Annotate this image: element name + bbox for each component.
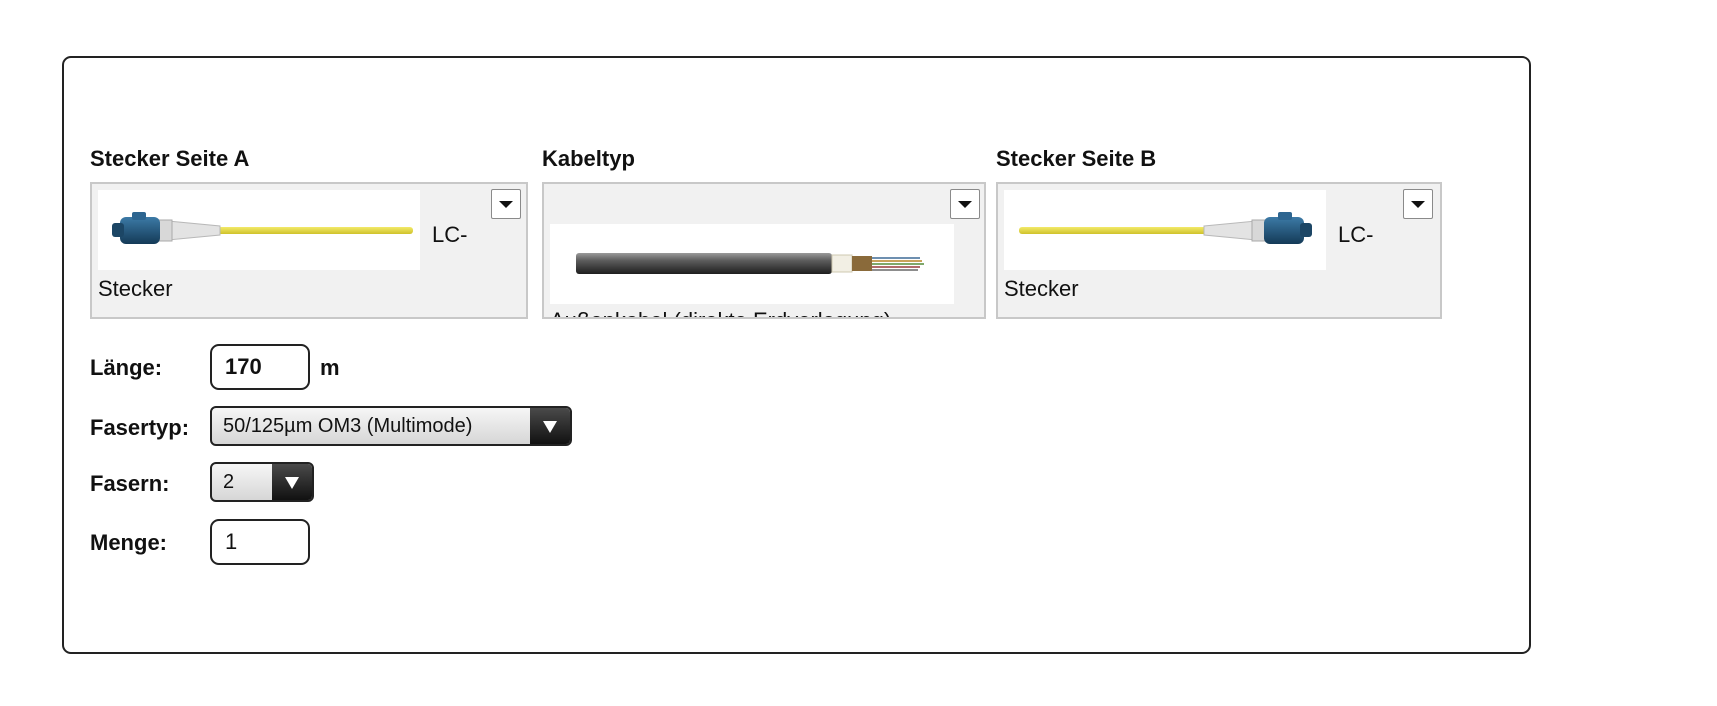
- fiber-type-value: 50/125µm OM3 (Multimode): [223, 415, 473, 437]
- connector-a-name-line2: Stecker: [98, 276, 173, 301]
- connector-a-heading: Stecker Seite A: [90, 146, 250, 171]
- connector-b-heading: Stecker Seite B: [996, 146, 1157, 171]
- triangle-down-icon: [272, 464, 312, 500]
- fiber-type-label: Fasertyp:: [90, 415, 190, 440]
- fiber-type-select[interactable]: 50/125µm OM3 (Multimode): [210, 406, 572, 446]
- length-label: Länge:: [90, 355, 163, 380]
- fibers-select[interactable]: 2: [210, 462, 314, 502]
- connector-a-name-line1: LC-: [432, 222, 468, 247]
- fibers-label: Fasern:: [90, 471, 170, 496]
- quantity-label: Menge:: [90, 530, 167, 555]
- connector-b-name-line2: Stecker: [1004, 276, 1079, 301]
- lc-connector-image: [98, 190, 420, 270]
- quantity-input[interactable]: [210, 519, 310, 565]
- outdoor-cable-image: [550, 224, 954, 304]
- length-input[interactable]: [210, 344, 310, 390]
- connector-b-selector[interactable]: LC- Stecker: [996, 182, 1442, 319]
- connector-b-name-line1: LC-: [1338, 222, 1374, 247]
- cable-type-selector[interactable]: Außenkabel (direkte Erdverlegung): [542, 182, 986, 319]
- lc-connector-image: [1004, 190, 1326, 270]
- length-unit: m: [320, 355, 340, 380]
- triangle-down-icon[interactable]: [950, 189, 980, 219]
- triangle-down-icon[interactable]: [1403, 189, 1433, 219]
- cable-type-heading: Kabeltyp: [542, 146, 635, 171]
- fibers-value: 2: [223, 471, 235, 493]
- triangle-down-icon[interactable]: [491, 189, 521, 219]
- triangle-down-icon: [530, 408, 570, 444]
- cable-type-name: Außenkabel (direkte Erdverlegung): [550, 308, 891, 317]
- connector-a-selector[interactable]: LC- Stecker: [90, 182, 528, 319]
